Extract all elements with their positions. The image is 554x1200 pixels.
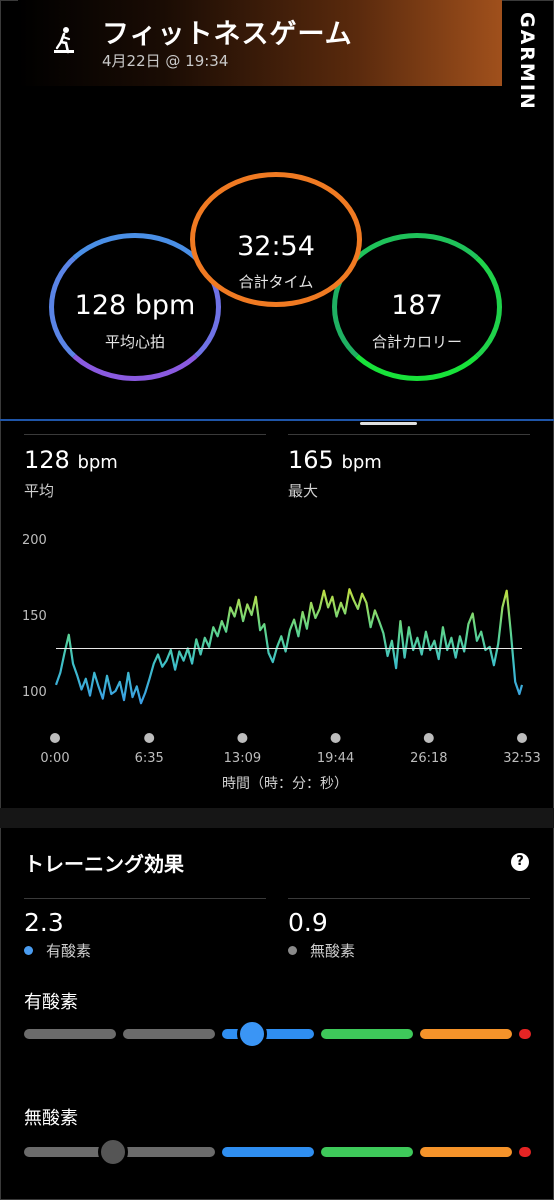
x-tick-dot [237, 733, 248, 743]
x-axis-ticks: 0:00 6:35 13:09 19:44 26:18 32:53 [40, 733, 541, 766]
max-hr-stat: 165 bpm [288, 446, 382, 474]
avg-hr-stat: 128 bpm [24, 446, 118, 474]
garmin-logo: GARMIN [516, 12, 538, 111]
total-calories-value: 187 [391, 290, 443, 321]
aerobic-segment [222, 1029, 314, 1039]
avg-heart-rate-label: 平均心拍 [104, 333, 165, 351]
x-tick-dot [144, 733, 155, 743]
activity-header: フィットネスゲーム 4月22日 @ 19:34 [18, 0, 502, 86]
aerobic-te-value: 2.3 [24, 908, 64, 937]
anaerobic-level-marker [98, 1137, 129, 1167]
section-divider [0, 419, 554, 421]
anaerobic-segment [519, 1147, 531, 1157]
x-tick-label: 0:00 [40, 751, 69, 766]
anaerobic-segment [321, 1147, 413, 1157]
total-time-label: 合計タイム [238, 273, 314, 291]
aerobic-segment [24, 1029, 116, 1039]
te-divider [24, 898, 266, 899]
aerobic-segment [321, 1029, 413, 1039]
y-tick-label: 150 [22, 609, 47, 624]
anaerobic-te-label: 無酸素 [310, 942, 356, 960]
activity-date: 4月22日 @ 19:34 [102, 52, 229, 70]
aerobic-dot-icon [24, 946, 33, 955]
x-axis-label: 時間（時：分：秒） [222, 776, 348, 792]
scroll-indicator [360, 422, 417, 425]
x-tick-dot [330, 733, 341, 743]
y-tick-label: 100 [22, 685, 47, 700]
heart-rate-chart[interactable]: 200 150 100 0:00 6:35 13:09 19:44 26:18 32:53 時… [0, 520, 554, 800]
x-tick-dot [50, 733, 60, 743]
total-time-value: 32:54 [237, 231, 315, 262]
anaerobic-segment [222, 1147, 314, 1157]
anaerobic-segment [123, 1147, 215, 1157]
te-divider [288, 898, 530, 899]
hr-series [54, 588, 524, 705]
fitness-equipment-icon [54, 27, 74, 54]
y-axis-ticks: 200 150 100 [22, 533, 47, 700]
aerobic-te-label: 有酸素 [46, 942, 92, 960]
y-tick-label: 200 [22, 533, 47, 548]
activity-title: フィットネスゲーム [102, 19, 353, 50]
anaerobic-bar-title: 無酸素 [24, 1108, 78, 1129]
total-time-ring[interactable]: 32:54 合計タイム [190, 172, 362, 307]
avg-hr-label: 平均 [24, 482, 55, 500]
x-tick-label: 6:35 [135, 751, 164, 766]
x-tick-label: 19:44 [317, 751, 354, 766]
avg-heart-rate-value: 128 bpm [74, 290, 196, 321]
aerobic-segment [519, 1029, 531, 1039]
total-calories-label: 合計カロリー [371, 333, 462, 351]
section-separator [0, 808, 554, 828]
anaerobic-te-value: 0.9 [288, 908, 328, 937]
x-tick-label: 32:53 [503, 751, 540, 766]
stat-divider [24, 434, 266, 435]
x-tick-dot [423, 733, 434, 743]
aerobic-level-marker [236, 1019, 267, 1049]
x-tick-label: 13:09 [224, 751, 261, 766]
training-effect-title: トレーニング効果 [24, 852, 184, 876]
x-tick-label: 26:18 [410, 751, 447, 766]
x-tick-dot [517, 733, 527, 743]
anaerobic-segment [420, 1147, 512, 1157]
stat-divider [288, 434, 530, 435]
aerobic-bar-title: 有酸素 [24, 992, 78, 1013]
aerobic-segment [420, 1029, 512, 1039]
aerobic-segment [123, 1029, 215, 1039]
heart-rate-line [54, 588, 524, 705]
anaerobic-dot-icon [288, 946, 297, 955]
max-hr-label: 最大 [288, 482, 319, 500]
help-icon[interactable]: ? [511, 853, 529, 871]
